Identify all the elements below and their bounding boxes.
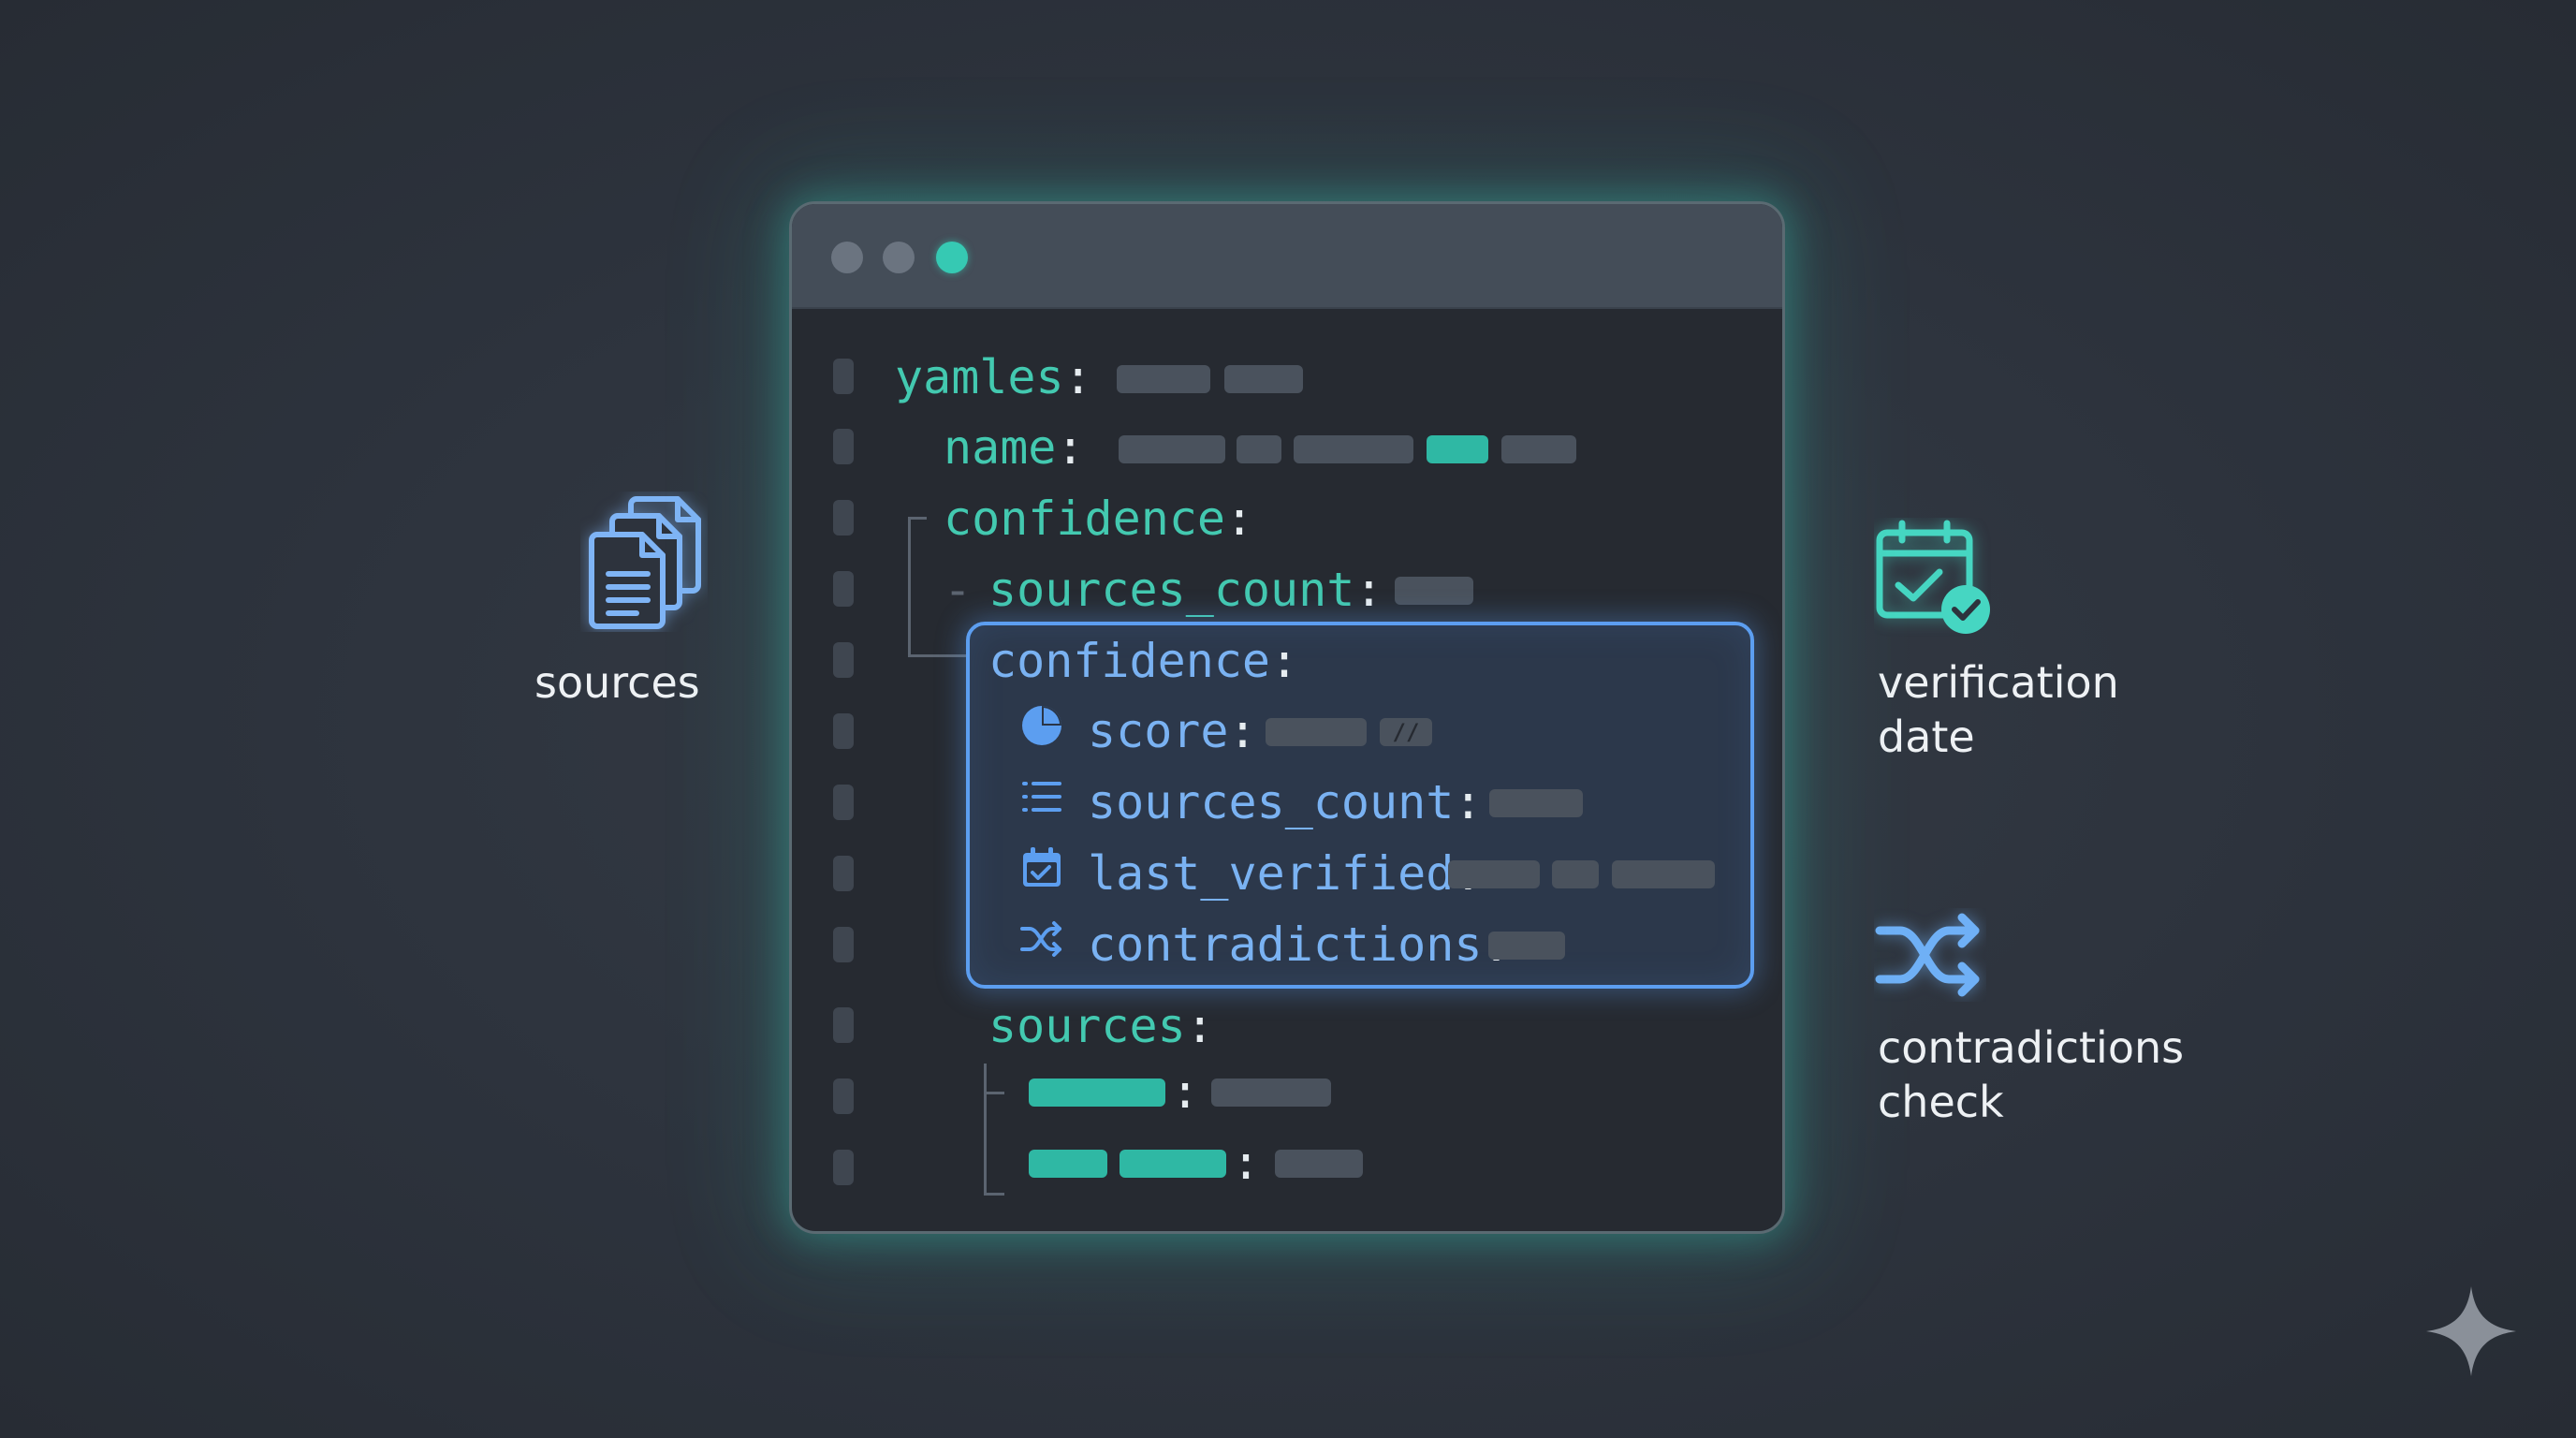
- shuffle-arrows-icon: [1875, 913, 1980, 997]
- calendar-icon: [1023, 847, 1061, 887]
- value-placeholder: [1237, 435, 1281, 463]
- code-line-sources-count: -: [944, 562, 972, 618]
- code-line-contradictions: contradictions:: [1088, 917, 1511, 973]
- tree-connector: [908, 517, 927, 520]
- gutter-marker: [833, 642, 854, 678]
- value-placeholder: [1552, 860, 1599, 888]
- pie-chart-icon: [1022, 706, 1061, 745]
- tree-connector: [984, 1064, 987, 1195]
- diagram-canvas: sources verification date contradictions…: [0, 0, 2576, 1438]
- gutter-marker: [833, 713, 854, 749]
- code-line-yamles: yamles:: [895, 349, 1092, 405]
- gutter-marker: [833, 927, 854, 962]
- value-placeholder: [1448, 860, 1540, 888]
- code-line-sources-count-key: sources_count:: [988, 562, 1383, 618]
- colon: :: [1171, 1064, 1200, 1119]
- sparkle-logo-icon: [2426, 1286, 2516, 1376]
- value-placeholder: [1117, 365, 1210, 393]
- yaml-key: confidence: [988, 634, 1271, 688]
- colon: :: [1056, 420, 1085, 475]
- documents-stack-icon: [589, 496, 701, 629]
- tree-connector: [984, 1092, 1004, 1094]
- yaml-key: yamles: [895, 350, 1064, 404]
- score-glyph: //: [1392, 719, 1420, 745]
- gutter-marker: [833, 500, 854, 536]
- value-placeholder: [1266, 718, 1367, 746]
- tree-connector: [908, 654, 966, 657]
- colon: :: [1454, 775, 1483, 829]
- value-placeholder: [1211, 1078, 1331, 1107]
- colon: :: [1228, 704, 1257, 758]
- value-placeholder: [1489, 789, 1583, 817]
- value-placeholder-slashes: //: [1380, 718, 1432, 746]
- value-placeholder: [1275, 1150, 1363, 1178]
- value-placeholder: [1224, 365, 1303, 393]
- code-line-name: name:: [944, 419, 1085, 476]
- yaml-key: sources_count: [988, 563, 1355, 617]
- shuffle-icon: [1020, 921, 1061, 957]
- colon: :: [1185, 999, 1214, 1053]
- window-control-dot[interactable]: [883, 242, 915, 273]
- window-control-dot-active[interactable]: [936, 242, 968, 273]
- gutter-marker: [833, 571, 854, 607]
- code-line-sources: sources:: [988, 998, 1214, 1054]
- value-placeholder: [1395, 577, 1473, 605]
- yaml-key: sources: [988, 999, 1186, 1053]
- source-key-placeholder: [1029, 1150, 1107, 1178]
- verification-label-line1: verification: [1878, 657, 2119, 708]
- yaml-key: name: [944, 420, 1057, 475]
- source-colon: :: [1171, 1064, 1199, 1120]
- value-placeholder: [1612, 860, 1715, 888]
- contradictions-label-line2: check: [1878, 1077, 2004, 1127]
- source-colon: :: [1232, 1135, 1260, 1191]
- tree-connector: [984, 1193, 1004, 1196]
- colon: :: [1354, 563, 1383, 617]
- colon: :: [1270, 634, 1299, 688]
- list-dash: -: [944, 563, 973, 617]
- yaml-key: contradictions: [1088, 917, 1483, 972]
- colon: :: [1232, 1136, 1261, 1190]
- code-line-highlight-confidence: confidence:: [988, 633, 1298, 689]
- contradictions-check-label: contradictions check: [1878, 1020, 2184, 1129]
- code-editor-window: yamles: name: confidence: - sources_coun…: [789, 201, 1785, 1234]
- yaml-key: score: [1088, 704, 1229, 758]
- window-titlebar: [792, 204, 1782, 309]
- yaml-key: confidence: [944, 492, 1226, 546]
- gutter-marker: [833, 1078, 854, 1114]
- value-placeholder-highlighted: [1427, 435, 1488, 463]
- code-line-last-verified: last_verified:: [1088, 845, 1482, 902]
- yaml-key: sources_count: [1088, 775, 1455, 829]
- window-control-dot[interactable]: [831, 242, 863, 273]
- colon: :: [1063, 350, 1092, 404]
- tree-connector: [908, 517, 911, 657]
- calendar-check-icon: [1876, 520, 1990, 634]
- sources-label: sources: [534, 657, 700, 708]
- contradictions-label-line1: contradictions: [1878, 1022, 2185, 1073]
- gutter-marker: [833, 359, 854, 394]
- value-placeholder: [1119, 435, 1225, 463]
- list-icon: [1022, 782, 1061, 812]
- code-line-confidence: confidence:: [944, 491, 1253, 547]
- value-placeholder: [1501, 435, 1576, 463]
- code-line-highlight-sources-count: sources_count:: [1088, 774, 1482, 830]
- value-placeholder: [1488, 932, 1565, 960]
- source-key-placeholder: [1029, 1078, 1165, 1107]
- colon: :: [1225, 492, 1254, 546]
- yaml-key: last_verified: [1088, 846, 1455, 901]
- gutter-marker: [833, 429, 854, 464]
- value-placeholder: [1294, 435, 1413, 463]
- gutter-marker: [833, 785, 854, 820]
- gutter-marker: [833, 1150, 854, 1185]
- verification-label-line2: date: [1878, 712, 1975, 762]
- source-key-placeholder: [1120, 1150, 1226, 1178]
- gutter-marker: [833, 856, 854, 891]
- verification-date-label: verification date: [1878, 655, 2119, 764]
- code-line-score: score:: [1088, 703, 1257, 759]
- gutter-marker: [833, 1007, 854, 1043]
